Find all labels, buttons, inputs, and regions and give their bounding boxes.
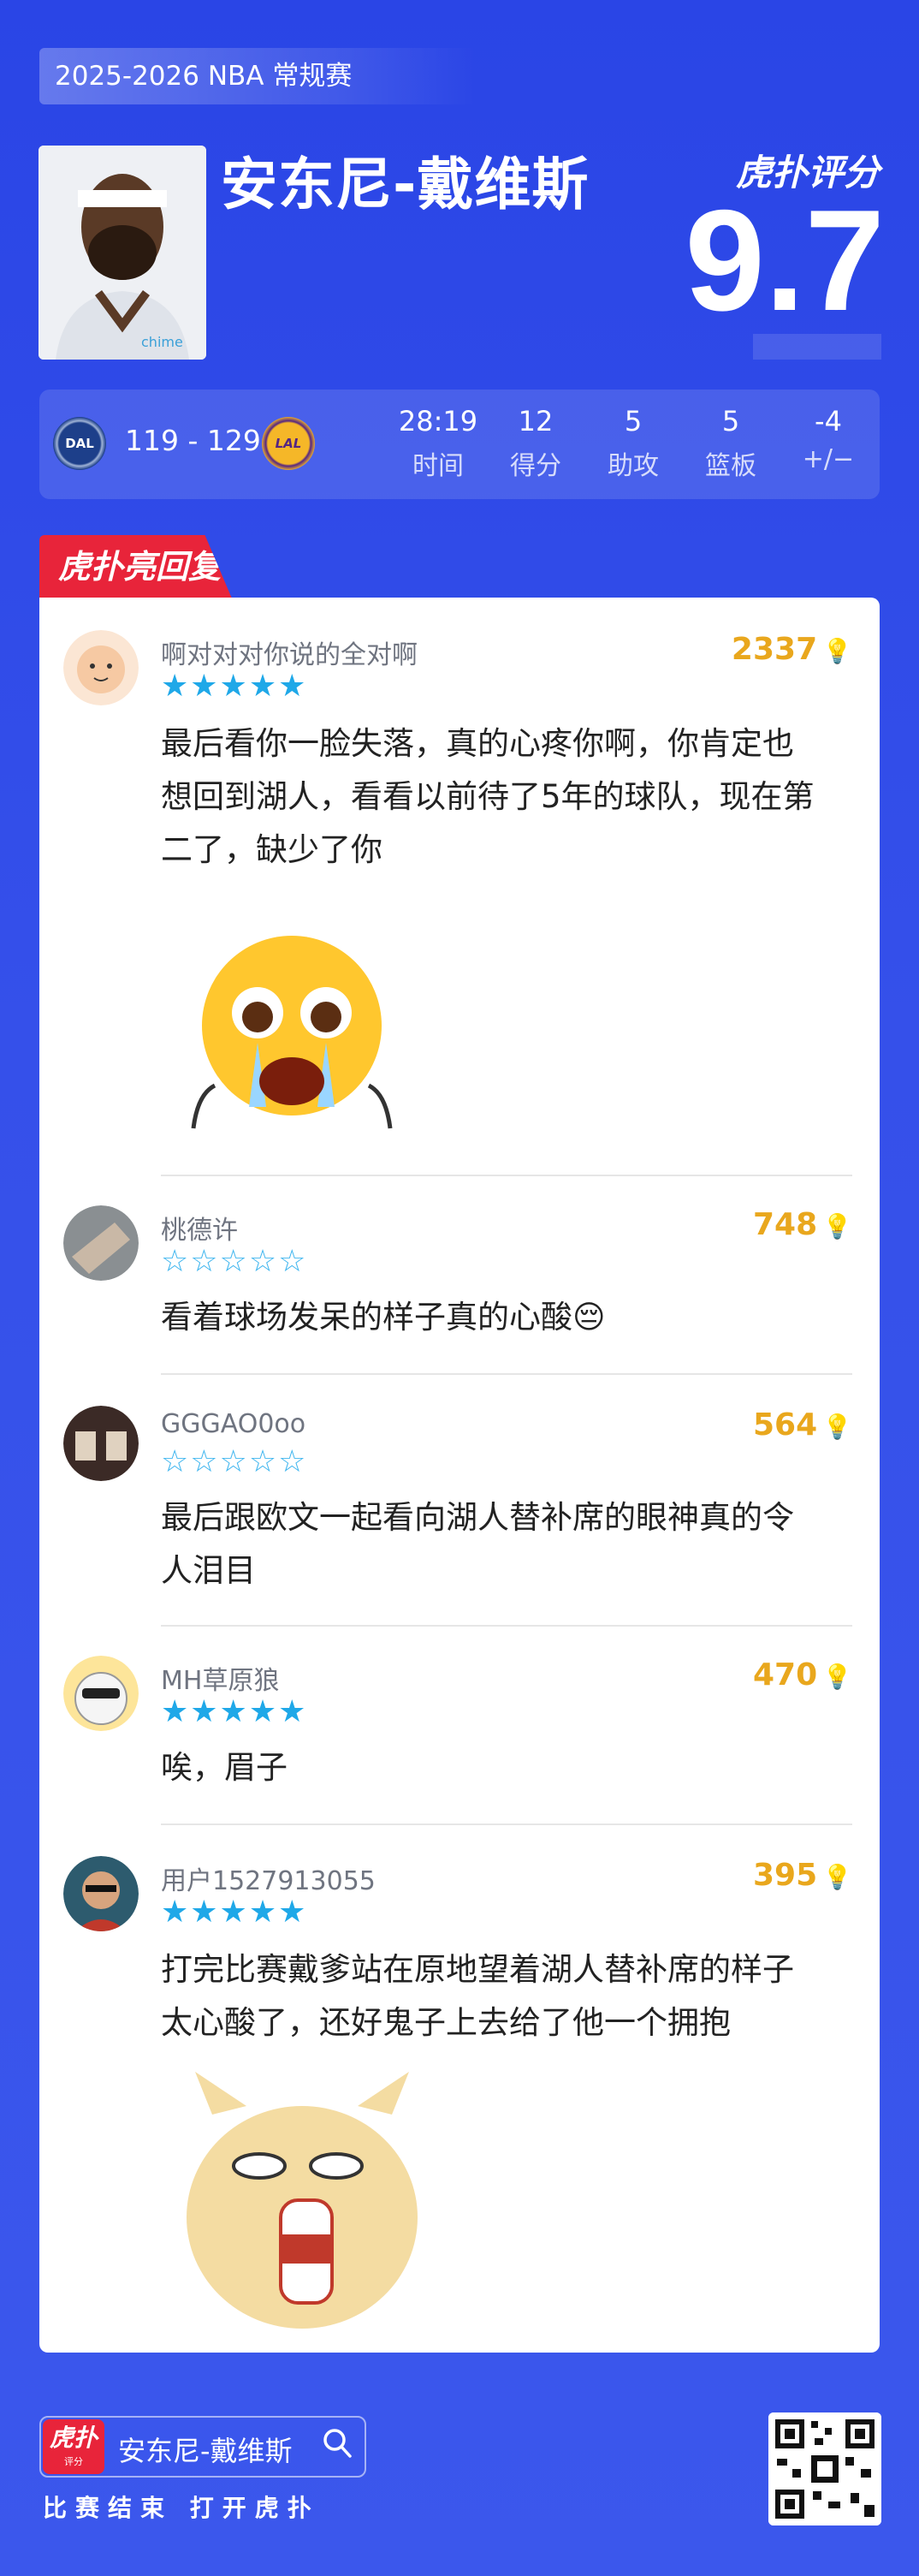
- divider: [161, 1625, 852, 1627]
- hupu-app-logo: 虎扑 评分: [43, 2419, 104, 2474]
- comment-line: 人泪目: [161, 1552, 256, 1589]
- comment-line: 打完比赛戴爹站在原地望着湖人替补席的样子: [161, 1951, 794, 1988]
- like-count[interactable]: 470 💡: [753, 1657, 852, 1693]
- stat-rebounds: 5 篮板: [688, 405, 774, 482]
- like-count-value: 395: [752, 1858, 818, 1893]
- like-count[interactable]: 564 💡: [753, 1407, 852, 1443]
- user-avatar[interactable]: [63, 1205, 139, 1281]
- user-avatar[interactable]: [63, 1656, 139, 1731]
- stat-label: 得分: [510, 451, 561, 481]
- comment-text: 看着球场发呆的样子真的心酸😔: [161, 1291, 845, 1344]
- crying-emoji-sticker: [191, 936, 393, 1129]
- user-avatar[interactable]: [63, 1406, 139, 1481]
- username[interactable]: MH草原狼: [161, 1659, 279, 1697]
- season-banner: 2025-2026 NBA 常规赛: [39, 48, 476, 104]
- stat-label: 篮板: [705, 451, 756, 481]
- search-text: 安东尼-戴维斯: [118, 2435, 293, 2467]
- search-box[interactable]: 虎扑 评分 安东尼-戴维斯: [39, 2416, 366, 2478]
- dal-abbr: DAL: [65, 436, 94, 451]
- svg-text:chime: chime: [141, 334, 183, 350]
- divider: [161, 1373, 852, 1375]
- comment-text: 最后看你一脸失落，真的心疼你啊，你肯定也 想回到湖人，看看以前待了5年的球队，现…: [161, 717, 845, 877]
- divider: [161, 1823, 852, 1825]
- lightbulb-icon: 💡: [822, 1663, 852, 1691]
- user-avatar[interactable]: [63, 630, 139, 705]
- lightbulb-icon: 💡: [822, 1413, 852, 1441]
- comment-text: 最后跟欧文一起看向湖人替补席的眼神真的令 人泪目: [161, 1491, 845, 1597]
- comment-text: 打完比赛戴爹站在原地望着湖人替补席的样子 太心酸了，还好鬼子上去给了他一个拥抱: [161, 1943, 845, 2049]
- comment-line: 想回到湖人，看看以前待了5年的球队，现在第: [161, 778, 815, 815]
- like-count-value: 470: [752, 1657, 818, 1693]
- lightbulb-icon: 💡: [822, 1212, 852, 1240]
- lightbulb-icon: 💡: [822, 637, 852, 665]
- lightbulb-icon: 💡: [822, 1863, 852, 1891]
- stat-plus-minus: -4 +/−: [786, 405, 871, 474]
- divider: [161, 1175, 852, 1176]
- comment-text: 唉，眉子: [161, 1741, 845, 1794]
- highlight-replies-tag: 虎扑亮回复: [39, 535, 232, 598]
- search-icon[interactable]: [322, 2426, 353, 2468]
- like-count-value: 564: [752, 1407, 818, 1443]
- like-count-value: 748: [752, 1207, 818, 1242]
- hupu-logo-subtext: 评分: [64, 2456, 83, 2467]
- stat-label: +/−: [802, 444, 855, 474]
- comment-line: 最后跟欧文一起看向湖人替补席的眼神真的令: [161, 1499, 794, 1536]
- comment-line: 最后看你一脸失落，真的心疼你啊，你肯定也: [161, 725, 794, 762]
- game-stats-bar: DAL 119 - 129 LAL 28:19 时间 12 得分 5 助攻 5 …: [39, 390, 880, 499]
- stat-label: 助攻: [608, 451, 659, 481]
- like-count[interactable]: 748 💡: [753, 1207, 852, 1242]
- like-count[interactable]: 2337 💡: [732, 632, 852, 667]
- stat-points: 12 得分: [493, 405, 578, 482]
- rating-stars: ☆☆☆☆☆: [161, 1444, 308, 1479]
- stat-value: 12: [518, 405, 554, 437]
- like-count[interactable]: 395 💡: [753, 1858, 852, 1893]
- stat-value: 5: [624, 405, 643, 437]
- rating-reflection: [753, 334, 881, 360]
- comment-line: 唉，眉子: [161, 1749, 288, 1786]
- footer-caption: 比赛结束 打开虎扑: [43, 2494, 320, 2522]
- stat-value: 28:19: [398, 405, 478, 437]
- lal-abbr: LAL: [275, 436, 302, 451]
- comments-panel: 啊对对对你说的全对啊 ★★★★★ 2337 💡 最后看你一脸失落，真的心疼你啊，你…: [39, 598, 880, 2353]
- user-avatar[interactable]: [63, 1856, 139, 1931]
- stat-label: 时间: [412, 451, 464, 481]
- username[interactable]: 桃德许: [161, 1209, 238, 1246]
- comment-line: 二了，缺少了你: [161, 831, 382, 868]
- rating-stars: ★★★★★: [161, 669, 308, 704]
- match-score: 119 - 129: [125, 424, 261, 457]
- qr-code[interactable]: [768, 2412, 881, 2525]
- username[interactable]: 啊对对对你说的全对啊: [161, 634, 418, 671]
- rating-stars: ☆☆☆☆☆: [161, 1244, 308, 1279]
- stat-value: 5: [721, 405, 740, 437]
- like-count-value: 2337: [731, 632, 818, 667]
- stat-value: -4: [815, 405, 842, 437]
- rating-stars: ★★★★★: [161, 1895, 308, 1930]
- hupu-logo-text: 虎扑: [49, 2424, 98, 2452]
- comment-line: 太心酸了，还好鬼子上去给了他一个拥抱: [161, 2004, 731, 2041]
- player-name: 安东尼-戴维斯: [221, 152, 590, 217]
- player-rating: 9.7: [685, 180, 885, 341]
- username[interactable]: GGGAO0oo: [161, 1409, 305, 1439]
- stat-assists: 5 助攻: [590, 405, 676, 482]
- dog-drinking-sticker: [187, 2072, 418, 2329]
- username[interactable]: 用户1527913055: [161, 1859, 376, 1897]
- player-avatar: chime: [39, 146, 206, 360]
- rating-stars: ★★★★★: [161, 1694, 308, 1729]
- player-photo-illustration: chime: [39, 146, 206, 360]
- stat-minutes: 28:19 时间: [395, 405, 481, 482]
- comment-line: 看着球场发呆的样子真的心酸😔: [161, 1299, 606, 1336]
